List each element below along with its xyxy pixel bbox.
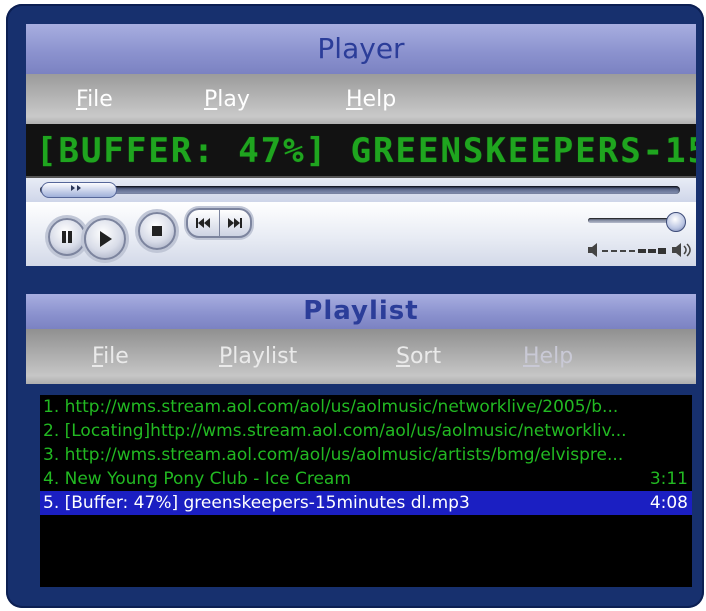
previous-button[interactable] xyxy=(188,210,220,236)
pause-icon xyxy=(62,231,72,243)
previous-icon xyxy=(196,218,211,228)
player-title: Player xyxy=(317,32,405,65)
player-menu-help[interactable]: Help xyxy=(346,87,396,112)
next-button[interactable] xyxy=(220,210,251,236)
seek-bar-thumb[interactable] xyxy=(41,182,117,198)
play-icon xyxy=(100,231,112,247)
playlist-item[interactable]: 3. http://wms.stream.aol.com/aol/us/aolm… xyxy=(40,443,692,467)
volume-slider-thumb[interactable] xyxy=(666,212,686,232)
ticker-text: [BUFFER: 47%] GREENSKEEPERS-15MINUTES DL… xyxy=(36,131,696,171)
playlist-item-title: 1. http://wms.stream.aol.com/aol/us/aolm… xyxy=(43,397,619,417)
seek-bar-area xyxy=(26,178,696,202)
playlist-item-title: 3. http://wms.stream.aol.com/aol/us/aolm… xyxy=(43,445,624,465)
playlist-item-title: 4. New Young Pony Club - Ice Cream xyxy=(43,469,351,489)
stop-icon xyxy=(152,226,162,236)
playlist-item-duration: 3:11 xyxy=(649,469,688,489)
playlist-item-title: 5. [Buffer: 47%] greenskeepers-15minutes… xyxy=(43,493,470,513)
now-playing-ticker: [BUFFER: 47%] GREENSKEEPERS-15MINUTES DL… xyxy=(26,124,696,178)
playlist-menu-playlist[interactable]: Playlist xyxy=(219,344,297,369)
player-menu-file[interactable]: File xyxy=(76,87,113,112)
transport-controls xyxy=(26,202,696,266)
playlist-list[interactable]: 1. http://wms.stream.aol.com/aol/us/aolm… xyxy=(40,395,692,587)
playlist-menu-sort[interactable]: Sort xyxy=(396,344,441,369)
playlist-title-bar[interactable]: Playlist xyxy=(26,294,696,329)
playlist-menu-help[interactable]: Help xyxy=(523,344,573,369)
speaker-mute-icon xyxy=(588,243,597,257)
playlist-menu-bar: File Playlist Sort Help xyxy=(26,329,696,384)
seek-bar-track[interactable] xyxy=(40,186,680,194)
playlist-menu-file[interactable]: File xyxy=(92,344,129,369)
playlist-item[interactable]: 1. http://wms.stream.aol.com/aol/us/aolm… xyxy=(40,395,692,419)
playlist-item[interactable]: 4. New Young Pony Club - Ice Cream 3:11 xyxy=(40,467,692,491)
playlist-item-title: 2. [Locating]http://wms.stream.aol.com/a… xyxy=(43,421,627,441)
pause-button[interactable] xyxy=(48,218,86,256)
player-menu-bar: File Play Help xyxy=(26,74,696,124)
playlist-item[interactable]: 2. [Locating]http://wms.stream.aol.com/a… xyxy=(40,419,692,443)
volume-indicator xyxy=(588,242,698,257)
next-icon xyxy=(227,218,242,228)
stop-button[interactable] xyxy=(138,212,176,250)
playlist-title: Playlist xyxy=(303,296,419,326)
playlist-item-selected[interactable]: 5. [Buffer: 47%] greenskeepers-15minutes… xyxy=(40,491,692,515)
playlist-item-duration: 4:08 xyxy=(649,493,688,513)
player-title-bar[interactable]: Player xyxy=(26,24,696,74)
app-window: Player File Play Help [BUFFER: 47%] GREE… xyxy=(6,4,704,608)
volume-level-dashes xyxy=(602,248,666,254)
speaker-loud-icon xyxy=(672,243,691,257)
player-menu-play[interactable]: Play xyxy=(204,87,250,112)
skip-buttons xyxy=(186,208,252,238)
seek-grip-icon xyxy=(71,185,81,191)
play-button[interactable] xyxy=(84,218,126,260)
